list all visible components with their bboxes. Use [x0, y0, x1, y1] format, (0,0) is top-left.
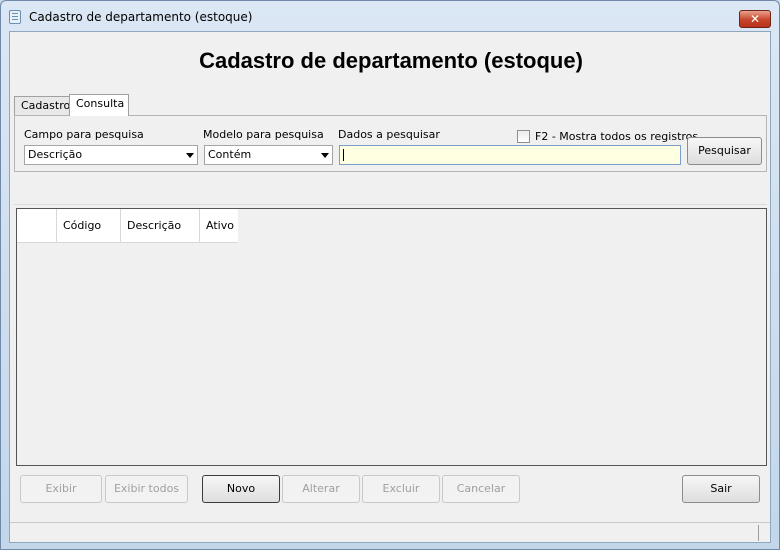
chevron-down-icon: [321, 153, 329, 158]
sair-button[interactable]: Sair: [682, 475, 760, 503]
grid-header-descricao[interactable]: Descrição: [121, 209, 200, 243]
text-caret: [343, 149, 344, 161]
status-bar: [10, 522, 770, 542]
show-all-label: F2 - Mostra todos os registros: [535, 130, 699, 143]
cancelar-button[interactable]: Cancelar: [442, 475, 520, 503]
search-data-label: Dados a pesquisar: [338, 128, 440, 141]
search-panel: Campo para pesquisa Descrição Modelo par…: [14, 115, 767, 172]
search-data-input[interactable]: [339, 145, 681, 165]
exibir-todos-button[interactable]: Exibir todos: [105, 475, 188, 503]
results-grid[interactable]: Código Descrição Ativo: [16, 208, 767, 466]
clipboard-icon: [9, 10, 21, 24]
grid-header-codigo[interactable]: Código: [57, 209, 121, 243]
tab-consulta[interactable]: Consulta: [69, 94, 129, 116]
window-title: Cadastro de departamento (estoque): [29, 10, 253, 24]
search-field-select[interactable]: Descrição: [24, 145, 198, 165]
search-button[interactable]: Pesquisar: [687, 137, 762, 165]
tab-cadastro[interactable]: Cadastro: [14, 96, 70, 116]
show-all-checkbox[interactable]: [517, 130, 530, 143]
search-field-value: Descrição: [28, 148, 83, 161]
status-separator: [758, 525, 759, 541]
grid-header-indicator[interactable]: [17, 209, 57, 243]
filter-strip: [14, 173, 767, 205]
exibir-button[interactable]: Exibir: [20, 475, 102, 503]
search-model-value: Contém: [208, 148, 252, 161]
search-field-label: Campo para pesquisa: [24, 128, 144, 141]
chevron-down-icon: [186, 153, 194, 158]
close-button[interactable]: ✕: [739, 10, 771, 28]
search-model-label: Modelo para pesquisa: [203, 128, 324, 141]
novo-button[interactable]: Novo: [202, 475, 280, 503]
client-area: Cadastro de departamento (estoque) Cadas…: [9, 31, 771, 543]
grid-header-ativo[interactable]: Ativo: [200, 209, 238, 243]
grid-header: Código Descrição Ativo: [17, 209, 238, 243]
title-bar: Cadastro de departamento (estoque) ✕: [1, 1, 779, 31]
search-model-select[interactable]: Contém: [204, 145, 333, 165]
alterar-button[interactable]: Alterar: [282, 475, 360, 503]
excluir-button[interactable]: Excluir: [362, 475, 440, 503]
app-window: Cadastro de departamento (estoque) ✕ Cad…: [0, 0, 780, 550]
page-title: Cadastro de departamento (estoque): [199, 48, 583, 73]
